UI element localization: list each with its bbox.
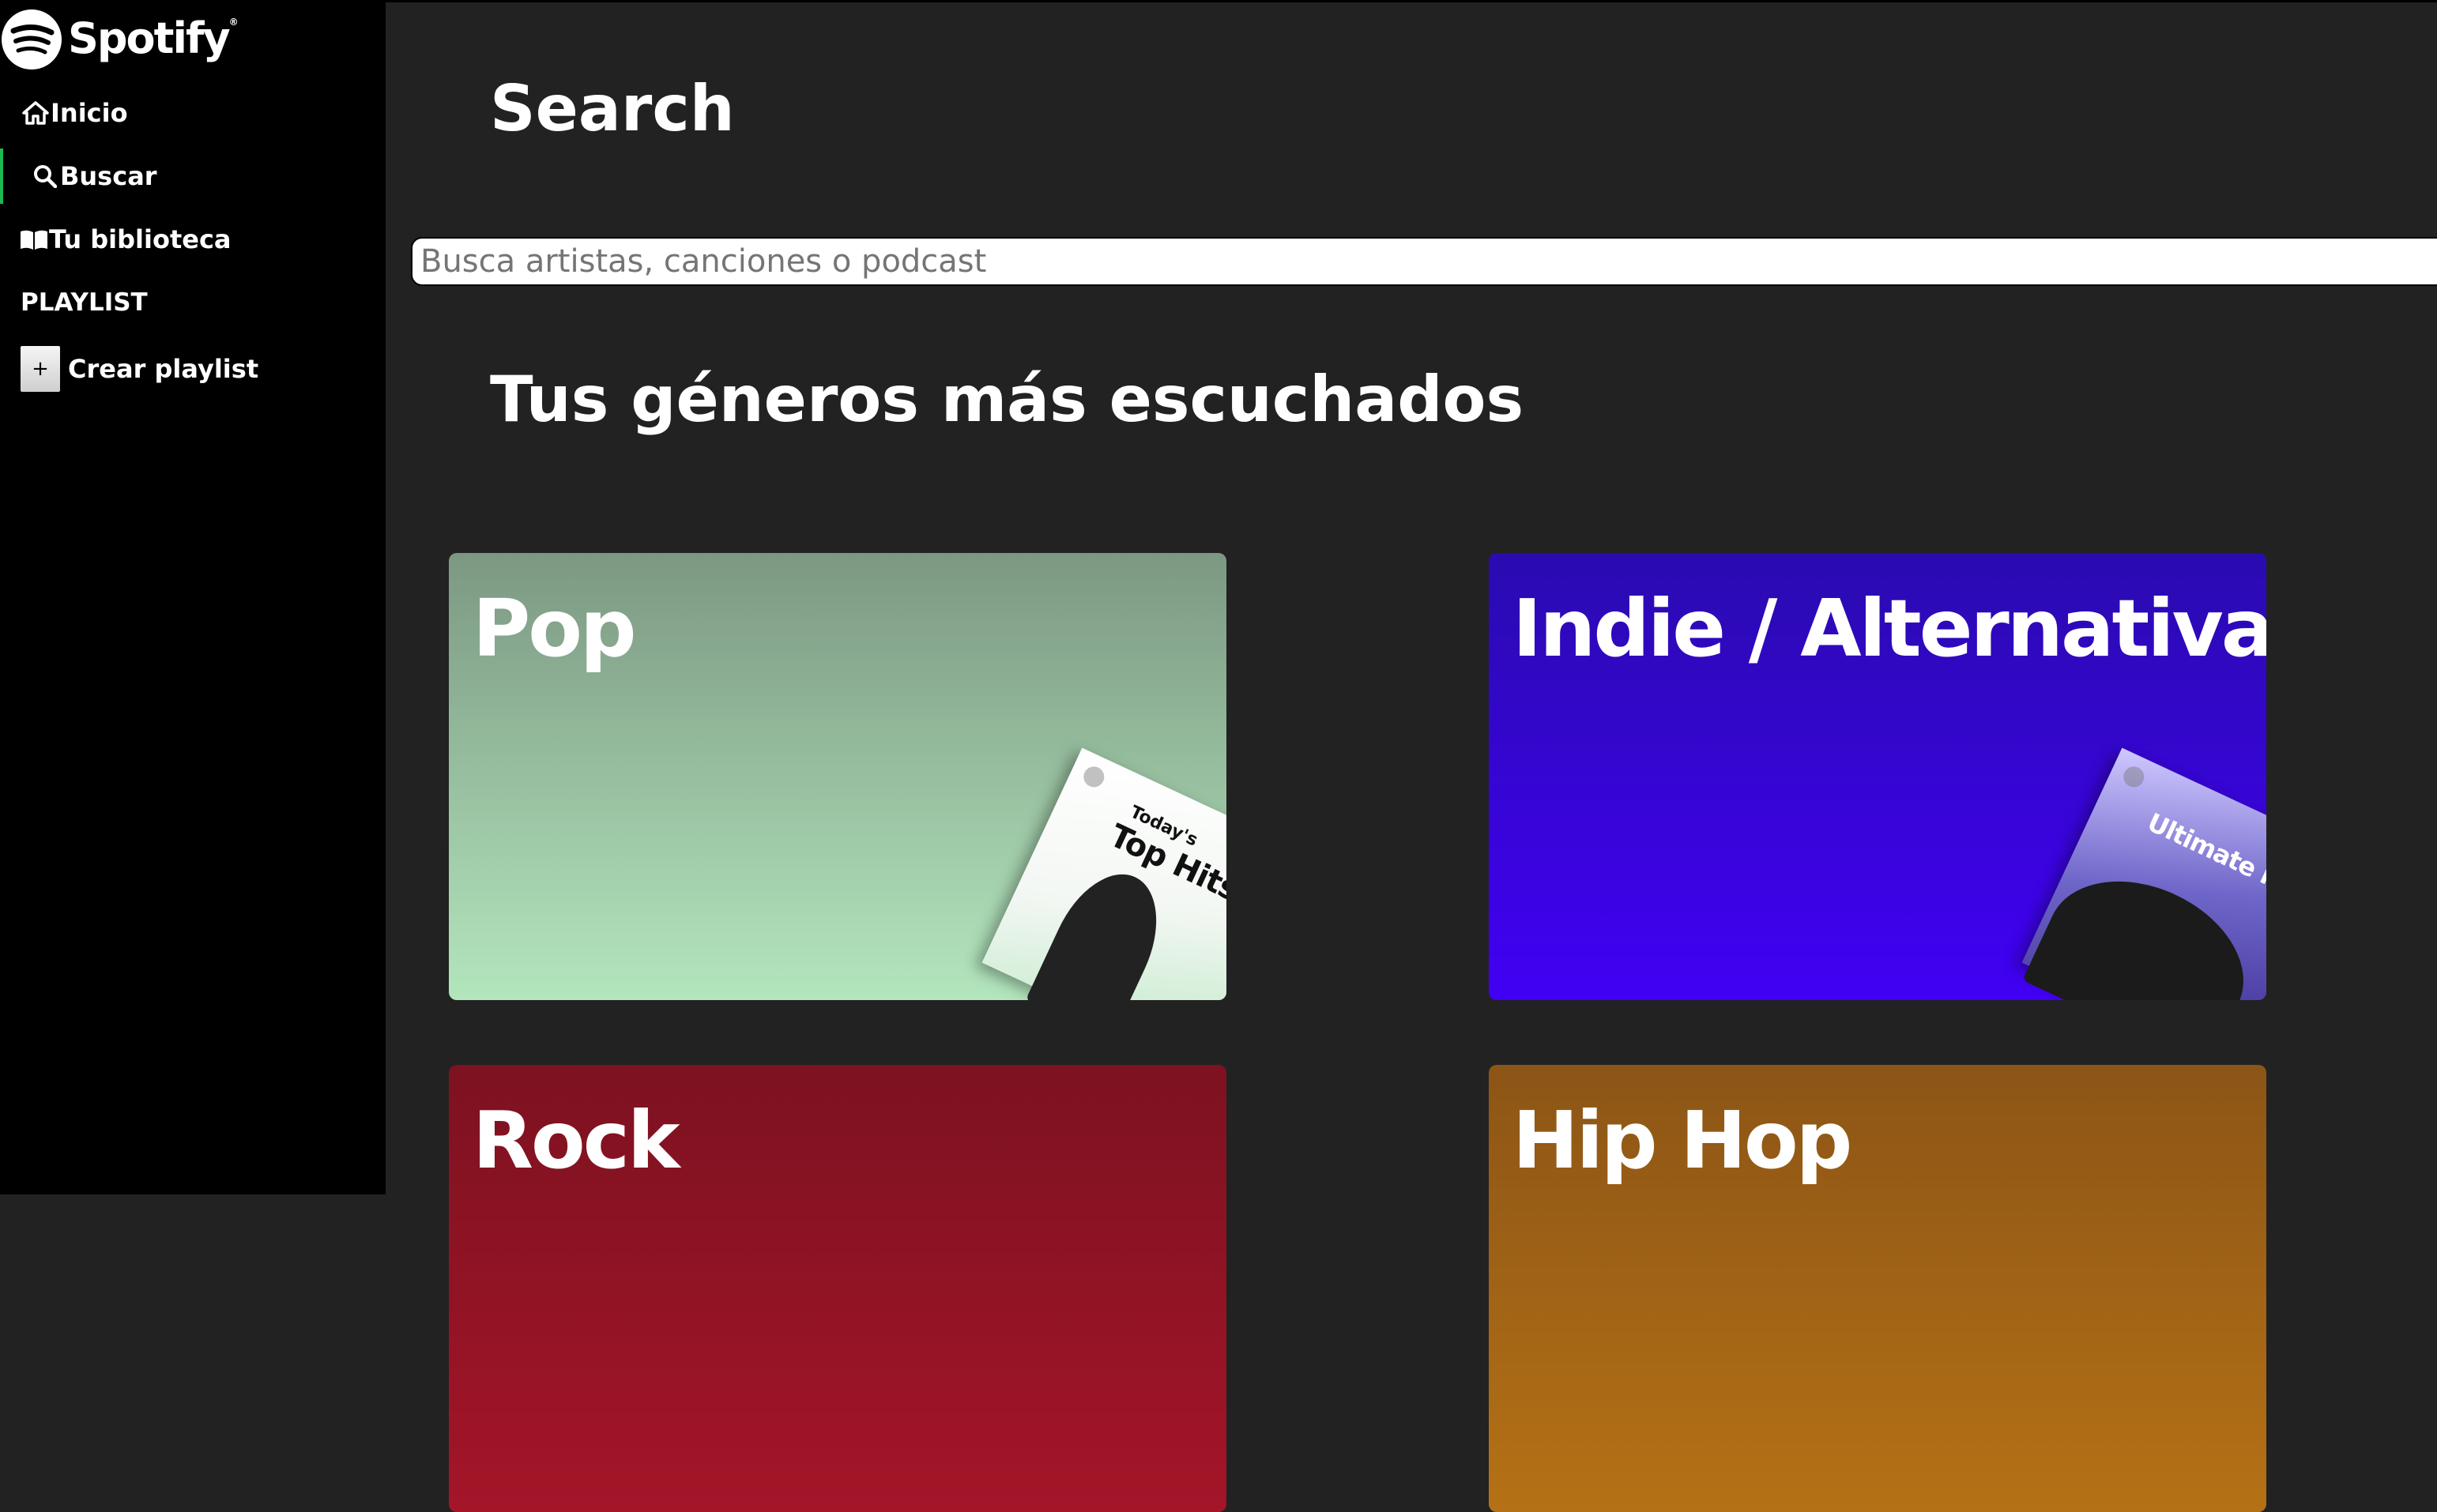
logo-wordmark: Spotify® (68, 13, 237, 63)
sidebar-item-buscar[interactable]: Buscar (0, 149, 386, 204)
spotify-mini-icon (1080, 763, 1108, 791)
spotify-mini-icon (2120, 763, 2148, 791)
sidebar-item-label: Tu biblioteca (49, 224, 232, 254)
sidebar: Spotify® Inicio Buscar Tu biblioteca PLA… (0, 0, 386, 1194)
playlist-cover-image: Ultimate Ind (2022, 748, 2266, 1000)
main-content: Search Tus géneros más escuchados Pop To… (386, 0, 2437, 1194)
genre-label: Pop (473, 589, 635, 668)
playlist-cover-image: Today's Top Hits (982, 748, 1226, 1000)
plus-icon: + (21, 346, 60, 392)
artist-photo (1026, 857, 1178, 1000)
genre-label: Indie / Alternativa (1512, 589, 2266, 668)
genre-card-pop[interactable]: Pop Today's Top Hits (449, 553, 1226, 1000)
genre-label: Rock (473, 1101, 677, 1180)
book-open-icon (19, 224, 49, 254)
sidebar-item-label: Buscar (60, 161, 157, 191)
create-playlist-button[interactable]: + Crear playlist (21, 346, 258, 392)
playlist-heading: PLAYLIST (0, 275, 386, 330)
search-input[interactable] (411, 237, 2437, 286)
search-icon (30, 161, 60, 191)
genre-card-hip-hop[interactable]: Hip Hop (1489, 1065, 2266, 1512)
create-playlist-label: Crear playlist (68, 354, 258, 384)
genre-label: Hip Hop (1512, 1101, 1850, 1180)
home-icon (21, 98, 51, 128)
page-title: Search (490, 77, 735, 141)
sidebar-item-inicio[interactable]: Inicio (0, 85, 386, 141)
sidebar-item-biblioteca[interactable]: Tu biblioteca (0, 212, 386, 267)
spotify-logo-icon (0, 2, 63, 77)
spotify-logo[interactable]: Spotify® (0, 2, 237, 77)
genre-card-indie-alternativa[interactable]: Indie / Alternativa Ultimate Ind (1489, 553, 2266, 1000)
section-title: Tus géneros más escuchados (490, 368, 1524, 431)
sidebar-item-label: Inicio (51, 98, 128, 128)
genre-card-rock[interactable]: Rock (449, 1065, 1226, 1512)
